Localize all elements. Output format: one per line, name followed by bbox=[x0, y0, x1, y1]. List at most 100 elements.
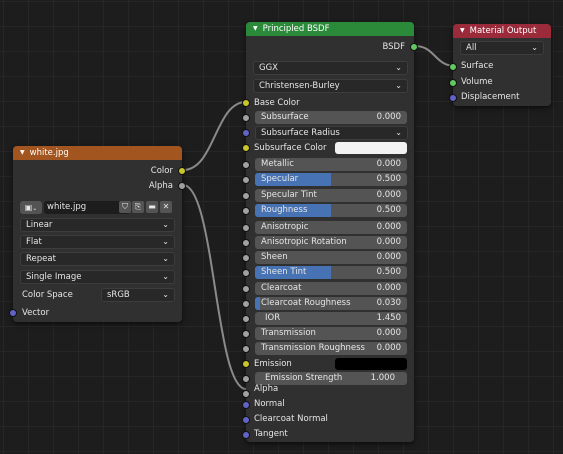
link-alpha-to-alpha bbox=[182, 184, 247, 390]
anisotropic-rotation-slider[interactable]: Anisotropic Rotation 0.000 bbox=[255, 236, 407, 249]
input-clearcoat-normal-socket[interactable] bbox=[242, 416, 250, 424]
target-value: All bbox=[466, 43, 477, 53]
input-clearcoat-socket[interactable] bbox=[242, 285, 250, 293]
input-displacement-socket[interactable] bbox=[449, 94, 457, 102]
transmission-label: Transmission bbox=[261, 328, 316, 338]
ior-label: IOR bbox=[265, 313, 281, 323]
subsurface-method-value: Christensen-Burley bbox=[259, 81, 340, 91]
input-alpha-socket[interactable] bbox=[242, 390, 250, 398]
subsurface-slider[interactable]: Subsurface 0.000 bbox=[255, 111, 407, 124]
new-image-icon[interactable]: ⎘ bbox=[132, 201, 144, 213]
surface-label: Surface bbox=[461, 61, 494, 71]
anisotropic-rotation-value: 0.000 bbox=[376, 237, 401, 247]
input-anisotropic-socket[interactable] bbox=[242, 224, 250, 232]
collapse-arrow-icon[interactable]: ▼ bbox=[20, 149, 25, 156]
distribution-dropdown[interactable]: GGX ⌄ bbox=[253, 61, 408, 75]
specular-tint-slider[interactable]: Specular Tint 0.000 bbox=[255, 189, 407, 202]
ior-value: 1.450 bbox=[376, 313, 401, 323]
input-emission-socket[interactable] bbox=[242, 360, 250, 368]
subsurface-radius-dropdown[interactable]: Subsurface Radius ⌄ bbox=[255, 126, 408, 140]
input-tangent-socket[interactable] bbox=[242, 431, 250, 439]
volume-label: Volume bbox=[461, 77, 493, 87]
collapse-arrow-icon[interactable]: ▼ bbox=[460, 27, 465, 34]
image-node-header[interactable]: ▼ white.jpg bbox=[13, 146, 182, 160]
input-subsurface-socket[interactable] bbox=[242, 114, 250, 122]
specular-tint-value: 0.000 bbox=[376, 190, 401, 200]
input-subsurface-radius-socket[interactable] bbox=[242, 129, 250, 137]
input-metallic-socket[interactable] bbox=[242, 161, 250, 169]
chevron-down-icon: ⌄ bbox=[162, 290, 169, 299]
input-base-color-socket[interactable] bbox=[242, 99, 250, 107]
input-specular-tint-socket[interactable] bbox=[242, 192, 250, 200]
chevron-down-icon: ⌄ bbox=[32, 205, 38, 212]
extension-value: Repeat bbox=[26, 254, 56, 264]
chevron-down-icon: ⌄ bbox=[531, 43, 538, 52]
specular-slider[interactable]: Specular 0.500 bbox=[255, 173, 407, 186]
source-value: Single Image bbox=[26, 272, 82, 282]
ior-field[interactable]: IOR 1.450 bbox=[255, 312, 407, 325]
principled-bsdf-node[interactable]: ▼ Principled BSDF BSDF GGX ⌄ Christensen-B… bbox=[242, 22, 418, 442]
output-alpha-socket[interactable] bbox=[178, 182, 186, 190]
material-output-node[interactable]: ▼ Material Output All ⌄ Surface Volume Dis… bbox=[449, 24, 551, 106]
output-alpha-label: Alpha bbox=[148, 181, 173, 191]
sheen-tint-slider[interactable]: Sheen Tint 0.500 bbox=[255, 266, 407, 279]
output-bsdf-socket[interactable] bbox=[410, 43, 418, 51]
roughness-value: 0.500 bbox=[376, 205, 401, 215]
subsurface-value: 0.000 bbox=[376, 112, 401, 122]
sheen-tint-label: Sheen Tint bbox=[261, 267, 307, 277]
sheen-slider[interactable]: Sheen 0.000 bbox=[255, 251, 407, 264]
clearcoat-roughness-slider[interactable]: Clearcoat Roughness 0.030 bbox=[255, 297, 407, 310]
clearcoat-slider[interactable]: Clearcoat 0.000 bbox=[255, 282, 407, 295]
image-name-text: white.jpg bbox=[47, 202, 87, 212]
distribution-value: GGX bbox=[259, 63, 278, 73]
collapse-arrow-icon[interactable]: ▼ bbox=[253, 25, 258, 32]
input-volume-socket[interactable] bbox=[449, 79, 457, 87]
tangent-label: Tangent bbox=[254, 429, 288, 439]
target-dropdown[interactable]: All ⌄ bbox=[460, 41, 544, 55]
output-node-header[interactable]: ▼ Material Output bbox=[453, 24, 551, 38]
sheen-value: 0.000 bbox=[376, 252, 401, 262]
metallic-slider[interactable]: Metallic 0.000 bbox=[255, 158, 407, 171]
interpolation-dropdown[interactable]: Linear ⌄ bbox=[20, 218, 175, 232]
input-transmission-socket[interactable] bbox=[242, 330, 250, 338]
image-texture-node[interactable]: ▼ white.jpg Color Alpha ▣⌄ white.jpg ⛉ ⎘ … bbox=[9, 146, 186, 322]
input-emission-strength-socket[interactable] bbox=[242, 375, 250, 383]
extension-dropdown[interactable]: Repeat ⌄ bbox=[20, 252, 175, 266]
transmission-roughness-slider[interactable]: Transmission Roughness 0.000 bbox=[255, 342, 407, 355]
input-surface-socket[interactable] bbox=[449, 63, 457, 71]
input-subsurface-color-socket[interactable] bbox=[242, 144, 250, 152]
subsurface-color-swatch[interactable] bbox=[335, 142, 407, 154]
subsurface-method-dropdown[interactable]: Christensen-Burley ⌄ bbox=[253, 79, 408, 93]
input-anisotropic-rotation-socket[interactable] bbox=[242, 239, 250, 247]
chevron-down-icon: ⌄ bbox=[395, 63, 402, 72]
source-dropdown[interactable]: Single Image ⌄ bbox=[20, 270, 175, 284]
input-specular-socket[interactable] bbox=[242, 176, 250, 184]
unlink-close-icon[interactable]: ✕ bbox=[160, 201, 172, 213]
projection-dropdown[interactable]: Flat ⌄ bbox=[20, 235, 175, 249]
input-clearcoat-roughness-socket[interactable] bbox=[242, 300, 250, 308]
roughness-slider[interactable]: Roughness 0.500 bbox=[255, 204, 407, 217]
sheen-tint-value: 0.500 bbox=[376, 267, 401, 277]
image-browse-button[interactable]: ▣⌄ bbox=[20, 201, 42, 214]
open-folder-icon[interactable]: ▬ bbox=[146, 201, 158, 213]
bsdf-node-header[interactable]: ▼ Principled BSDF bbox=[246, 22, 414, 36]
input-ior-socket[interactable] bbox=[242, 315, 250, 323]
transmission-slider[interactable]: Transmission 0.000 bbox=[255, 327, 407, 340]
input-sheen-socket[interactable] bbox=[242, 254, 250, 262]
emission-color-swatch[interactable] bbox=[335, 358, 407, 370]
anisotropic-slider[interactable]: Anisotropic 0.000 bbox=[255, 221, 407, 234]
color-space-dropdown[interactable]: sRGB ⌄ bbox=[101, 288, 175, 302]
transmission-roughness-value: 0.000 bbox=[376, 343, 401, 353]
output-color-socket[interactable] bbox=[178, 167, 186, 175]
input-vector-socket[interactable] bbox=[9, 309, 17, 317]
fake-user-shield-icon[interactable]: ⛉ bbox=[119, 201, 131, 213]
input-roughness-socket[interactable] bbox=[242, 207, 250, 215]
transmission-value: 0.000 bbox=[376, 328, 401, 338]
chevron-down-icon: ⌄ bbox=[162, 237, 169, 246]
clearcoat-roughness-label: Clearcoat Roughness bbox=[261, 298, 351, 308]
input-normal-socket[interactable] bbox=[242, 401, 250, 409]
input-sheen-tint-socket[interactable] bbox=[242, 269, 250, 277]
input-transmission-roughness-socket[interactable] bbox=[242, 345, 250, 353]
alpha-label: Alpha bbox=[254, 384, 279, 394]
image-name-field[interactable]: white.jpg bbox=[44, 201, 130, 214]
